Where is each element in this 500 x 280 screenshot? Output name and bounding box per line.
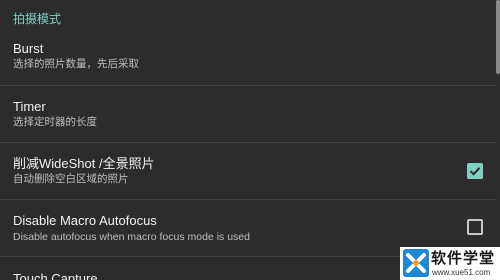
checkbox-checked-icon[interactable] — [467, 163, 483, 179]
watermark-brand: 软件学堂 — [431, 250, 496, 267]
watermark: 软件学堂 www.xue51.com — [400, 247, 500, 280]
pref-summary: 选择定时器的长度 — [13, 116, 97, 128]
pref-title: 削减WideShot /全景照片 — [13, 156, 155, 171]
pref-title: Timer — [13, 99, 46, 114]
pref-summary: 选择的照片数量，先后采取 — [13, 58, 139, 70]
scrollbar-thumb[interactable] — [496, 0, 500, 74]
settings-screen: 拍摄模式 Burst 选择的照片数量，先后采取 Timer 选择定时器的长度 削… — [0, 0, 500, 280]
pref-title: Disable Macro Autofocus — [13, 213, 157, 228]
pref-summary: 自动删除空白区域的照片 — [13, 173, 129, 185]
pref-burst[interactable]: Burst 选择的照片数量，先后采取 — [0, 34, 496, 84]
checkbox-unchecked-icon[interactable] — [467, 219, 483, 235]
pref-crop-wideshot[interactable]: 削减WideShot /全景照片 自动删除空白区域的照片 — [0, 143, 496, 199]
watermark-url: www.xue51.com — [432, 268, 491, 277]
pref-title: Touch Capture — [13, 271, 98, 280]
scrollbar[interactable] — [496, 0, 500, 280]
section-header: 拍摄模式 — [13, 12, 62, 26]
pref-summary: Disable autofocus when macro focus mode … — [13, 231, 250, 243]
brand-logo-icon — [403, 249, 429, 277]
pref-title: Burst — [13, 41, 44, 56]
pref-timer[interactable]: Timer 选择定时器的长度 — [0, 86, 496, 142]
